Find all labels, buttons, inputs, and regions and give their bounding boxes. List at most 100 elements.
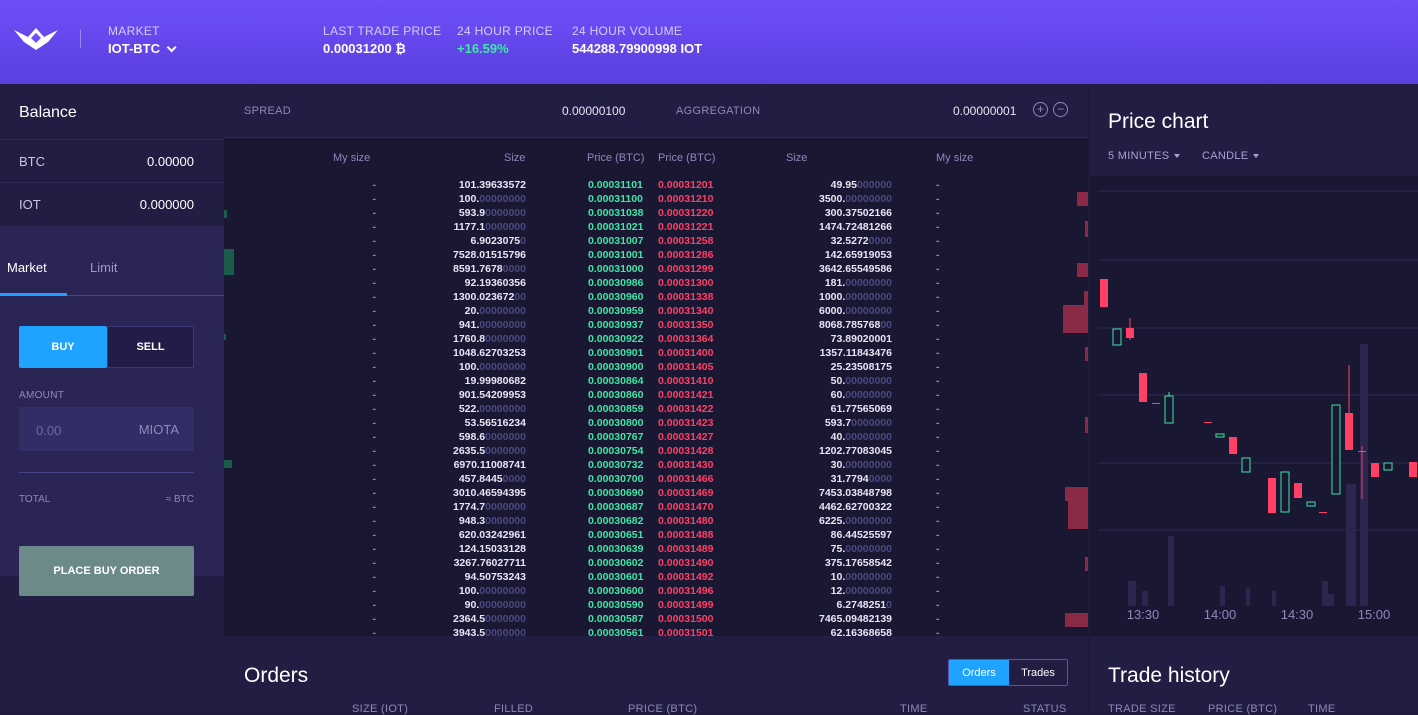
my-bid-size: - bbox=[372, 249, 377, 261]
interval-value: 5 MINUTES bbox=[1108, 150, 1170, 162]
volume-bar bbox=[1246, 588, 1250, 606]
order-book-row[interactable]: - 92.19360356 0.00030986 0.00031300 181.0000… bbox=[224, 277, 1088, 291]
my-bid-size: - bbox=[372, 291, 377, 303]
chart-title: Price chart bbox=[1108, 110, 1209, 133]
volume-bar bbox=[1128, 581, 1136, 606]
order-book-row[interactable]: - 1048.62703253 0.00030901 0.00031400 1357.1… bbox=[224, 347, 1088, 361]
chart-type-value: CANDLE bbox=[1202, 150, 1249, 162]
interval-selector[interactable]: 5 MINUTES bbox=[1108, 150, 1181, 162]
volume-bar bbox=[1328, 594, 1334, 606]
candle-down bbox=[1294, 483, 1302, 498]
toggle-trades[interactable]: Trades bbox=[1009, 660, 1067, 685]
order-book-row[interactable]: - 620.03242961 0.00030651 0.00031488 86.4452… bbox=[224, 529, 1088, 543]
order-book-row[interactable]: - 100.00000000 0.00031100 0.00031210 3500.00… bbox=[224, 193, 1088, 207]
order-book-row[interactable]: - 948.30000000 0.00030682 0.00031480 6225.00… bbox=[224, 515, 1088, 529]
my-bid-size: - bbox=[372, 207, 377, 219]
ask-price: 0.00031400 bbox=[658, 347, 714, 359]
order-form: Market Limit BUY SELL AMOUNT 0.00 MIOTA … bbox=[0, 226, 224, 576]
ask-size: 181.00000000 bbox=[824, 277, 892, 289]
x-tick-label: 13:30 bbox=[1127, 607, 1160, 622]
my-ask-size: - bbox=[936, 585, 940, 597]
bid-price: 0.00030960 bbox=[588, 291, 644, 303]
order-book-row[interactable]: - 90.00000000 0.00030590 0.00031499 6.274825… bbox=[224, 599, 1088, 613]
bid-price: 0.00030602 bbox=[588, 557, 644, 569]
order-book-row[interactable]: - 2635.50000000 0.00030754 0.00031428 1202.7… bbox=[224, 445, 1088, 459]
volume-bar bbox=[1142, 591, 1148, 606]
order-book-row[interactable]: - 124.15033128 0.00030639 0.00031489 75.0000… bbox=[224, 543, 1088, 557]
tab-limit[interactable]: Limit bbox=[90, 260, 117, 275]
ask-depth-bar bbox=[1065, 487, 1088, 501]
tab-market[interactable]: Market bbox=[7, 260, 47, 275]
order-book-row[interactable]: - 100.00000000 0.00030900 0.00031405 25.2350… bbox=[224, 361, 1088, 375]
order-book-row[interactable]: - 1774.70000000 0.00030687 0.00031470 4462.6… bbox=[224, 501, 1088, 515]
ask-price: 0.00031430 bbox=[658, 459, 714, 471]
total-unit: ≈ BTC bbox=[165, 494, 194, 505]
ask-size: 75.00000000 bbox=[830, 543, 892, 555]
order-book-row[interactable]: - 598.60000000 0.00030767 0.00031427 40.0000… bbox=[224, 431, 1088, 445]
ask-price: 0.00031490 bbox=[658, 557, 714, 569]
order-book-row[interactable]: - 941.00000000 0.00030937 0.00031350 8068.78… bbox=[224, 319, 1088, 333]
ask-depth-bar bbox=[1068, 501, 1088, 529]
order-book-row[interactable]: - 19.99980682 0.00030864 0.00031410 50.00000… bbox=[224, 375, 1088, 389]
order-book-row[interactable]: - 3267.76027711 0.00030602 0.00031490 375.17… bbox=[224, 557, 1088, 571]
order-book-row[interactable]: - 1300.02367200 0.00030960 0.00031338 1000.0… bbox=[224, 291, 1088, 305]
my-bid-size: - bbox=[372, 235, 377, 247]
my-bid-size: - bbox=[372, 515, 377, 527]
ask-size: 1202.77083045 bbox=[819, 445, 892, 457]
ask-size: 40.00000000 bbox=[830, 431, 892, 443]
volume-bar bbox=[1360, 344, 1368, 606]
market-value[interactable]: IOT-BTC bbox=[108, 41, 160, 56]
order-book-row[interactable]: - 457.84450000 0.00030700 0.00031466 31.7794… bbox=[224, 473, 1088, 487]
ask-price: 0.00031210 bbox=[658, 193, 714, 205]
bid-size: 457.84450000 bbox=[458, 473, 526, 485]
volume-value: 544288.79900998 IOT bbox=[572, 41, 703, 56]
order-book-row[interactable]: - 3010.46594395 0.00030690 0.00031469 7453.0… bbox=[224, 487, 1088, 501]
ask-depth-bar bbox=[1085, 347, 1088, 361]
order-book-row[interactable]: - 7528.01515796 0.00031001 0.00031286 142.65… bbox=[224, 249, 1088, 263]
order-book-row[interactable]: - 522.00000000 0.00030859 0.00031422 61.7756… bbox=[224, 403, 1088, 417]
app-logo-icon[interactable] bbox=[14, 28, 58, 50]
order-book-row[interactable]: - 1177.10000000 0.00031021 0.00031221 1474.7… bbox=[224, 221, 1088, 235]
minus-icon[interactable]: − bbox=[1053, 102, 1068, 117]
my-bid-size: - bbox=[372, 557, 377, 569]
bid-price: 0.00030690 bbox=[588, 487, 644, 499]
bid-price: 0.00030561 bbox=[588, 627, 644, 636]
balance-row: BTC 0.00000 bbox=[0, 139, 224, 182]
order-book-row[interactable]: - 2364.50000000 0.00030587 0.00031500 7465.0… bbox=[224, 613, 1088, 627]
my-bid-size: - bbox=[372, 347, 377, 359]
order-book-row[interactable]: - 593.90000000 0.00031038 0.00031220 300.375… bbox=[224, 207, 1088, 221]
my-bid-size: - bbox=[372, 333, 377, 345]
order-book-row[interactable]: - 101.39633572 0.00031101 0.00031201 49.9500… bbox=[224, 179, 1088, 193]
order-book-row[interactable]: - 100.00000000 0.00030600 0.00031496 12.0000… bbox=[224, 585, 1088, 599]
candle-chart[interactable]: 13:30 14:00 14:30 15:00 bbox=[1090, 176, 1418, 636]
order-book-row[interactable]: - 20.00000000 0.00030959 0.00031340 6000.000… bbox=[224, 305, 1088, 319]
order-book-row[interactable]: - 901.54209953 0.00030860 0.00031421 60.0000… bbox=[224, 389, 1088, 403]
ask-depth-bar bbox=[1077, 192, 1088, 206]
order-book-row[interactable]: - 6970.11008741 0.00030732 0.00031430 30.000… bbox=[224, 459, 1088, 473]
sell-button[interactable]: SELL bbox=[107, 326, 194, 368]
volume-bar bbox=[1168, 536, 1174, 606]
bid-price: 0.00030754 bbox=[588, 445, 644, 457]
chart-type-selector[interactable]: CANDLE bbox=[1202, 150, 1260, 162]
order-book-row[interactable]: - 8591.76780000 0.00031000 0.00031299 3642.6… bbox=[224, 263, 1088, 277]
my-ask-size: - bbox=[936, 515, 940, 527]
toggle-orders[interactable]: Orders bbox=[949, 660, 1009, 685]
bid-price: 0.00030590 bbox=[588, 599, 644, 611]
amount-input[interactable]: 0.00 MIOTA bbox=[19, 407, 194, 451]
buy-button[interactable]: BUY bbox=[19, 326, 107, 368]
bid-price: 0.00030600 bbox=[588, 585, 644, 597]
my-ask-size: - bbox=[936, 375, 940, 387]
market-selector[interactable]: MARKET IOT-BTC bbox=[108, 24, 177, 56]
order-book-row[interactable]: - 94.50753243 0.00030601 0.00031492 10.00000… bbox=[224, 571, 1088, 585]
order-book-row[interactable]: - 3943.50000000 0.00030561 0.00031501 62.163… bbox=[224, 627, 1088, 636]
plus-icon[interactable]: + bbox=[1033, 102, 1048, 117]
order-book-row[interactable]: - 53.56516234 0.00030800 0.00031423 593.7000… bbox=[224, 417, 1088, 431]
ask-price: 0.00031489 bbox=[658, 543, 714, 555]
chevron-down-icon[interactable] bbox=[166, 42, 177, 53]
place-order-button[interactable]: PLACE BUY ORDER bbox=[19, 546, 194, 596]
bid-price: 0.00031001 bbox=[588, 249, 644, 261]
my-ask-size: - bbox=[936, 571, 940, 583]
order-book-row[interactable]: - 1760.80000000 0.00030922 0.00031364 73.890… bbox=[224, 333, 1088, 347]
my-bid-size: - bbox=[372, 179, 377, 191]
order-book-row[interactable]: - 6.90230750 0.00031007 0.00031258 32.527200… bbox=[224, 235, 1088, 249]
